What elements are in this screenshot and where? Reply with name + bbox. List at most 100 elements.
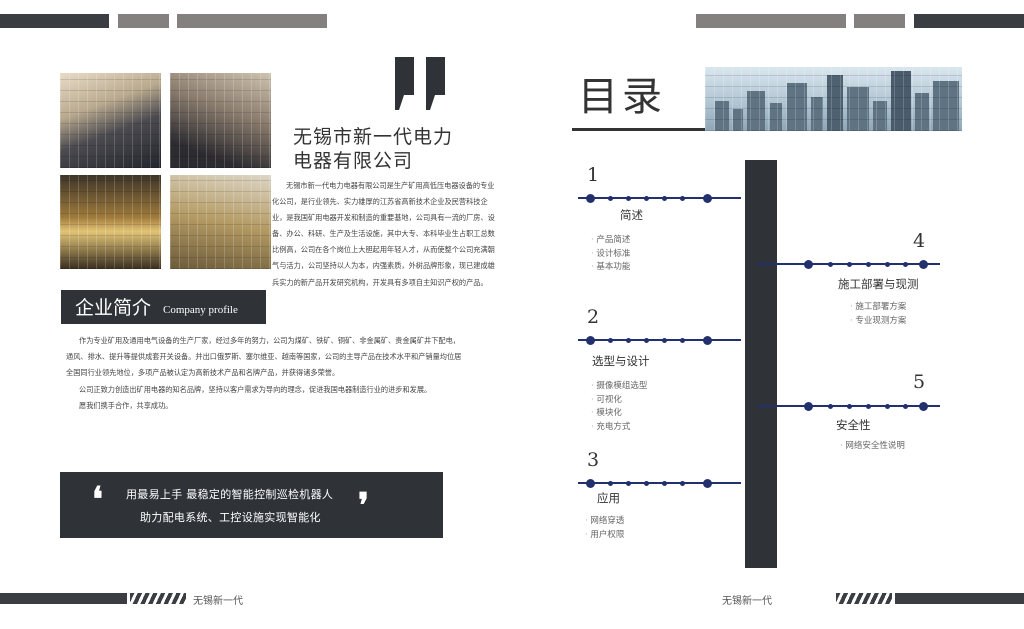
top-bar-right-3 <box>914 14 1024 28</box>
toc-section-4-number: 4 <box>913 230 926 252</box>
toc-item: 充电方式 <box>591 421 647 435</box>
slogan-line2: 助力配电系统、工控设施实现智能化 <box>140 511 321 524</box>
timeline-dot <box>626 337 631 343</box>
timeline-dot <box>828 403 833 409</box>
toc-item: 模块化 <box>591 407 647 421</box>
footer-stripes-left <box>130 593 186 604</box>
timeline-dot <box>608 337 613 343</box>
timeline-dot <box>644 195 649 201</box>
timeline-dot <box>703 335 712 345</box>
timeline-dot <box>866 261 871 267</box>
top-bar-right-2 <box>854 14 905 28</box>
company-name-line1: 无锡市新一代电力 <box>293 126 454 148</box>
profile-paragraph: 作为专业矿用及通用电气设备的生产厂家，经过多年的努力，公司为煤矿、铁矿、铜矿、非… <box>66 336 462 378</box>
toc-item: 可视化 <box>591 394 647 408</box>
timeline-dot <box>847 261 852 267</box>
toc-section-3-title: 应用 <box>597 491 620 505</box>
company-name-line2: 电器有限公司 <box>293 150 414 172</box>
quote-icon <box>395 57 445 110</box>
company-intro-text: 无锡市新一代电力电器有限公司是生产矿用高低压电器设备的专业化公司，是行业领先、实… <box>272 181 495 287</box>
timeline-dot <box>608 195 613 201</box>
footer-text-left: 无锡新一代 <box>193 596 243 607</box>
open-quote-icon: ❛ <box>92 480 103 520</box>
toc-item: 设计标准 <box>591 248 630 262</box>
timeline-dot <box>804 401 813 411</box>
toc-item: 施工部署方案 <box>850 301 906 315</box>
timeline-dot <box>586 478 595 488</box>
profile-paragraph: 愿我们携手合作，共享成功。 <box>79 400 173 410</box>
profile-body: 作为专业矿用及通用电气设备的生产厂家，经过多年的努力，公司为煤矿、铁矿、铜矿、非… <box>66 333 466 414</box>
timeline-dot <box>586 335 595 345</box>
timeline-dot <box>804 259 813 269</box>
timeline-dot <box>662 480 667 486</box>
slogan-line1: 用最易上手 最稳定的智能控制巡检机器人 <box>126 488 334 501</box>
toc-item: 摄像模组选型 <box>591 380 647 394</box>
toc-title: 目录 <box>578 74 666 120</box>
building-photo-4 <box>170 175 271 269</box>
toc-item: 网络穿透 <box>585 515 624 529</box>
timeline-dot <box>919 259 928 269</box>
toc-section-1-items: 产品简述 设计标准 基本功能 <box>591 234 630 275</box>
close-quote-icon: ❜ <box>358 486 369 526</box>
building-photo-3 <box>60 175 161 269</box>
timeline-dot <box>885 403 890 409</box>
top-bar-left-3 <box>177 14 327 28</box>
timeline-spine <box>745 160 777 568</box>
company-name: 无锡市新一代电力 电器有限公司 <box>293 125 453 173</box>
profile-title-en: Company profile <box>163 304 238 316</box>
timeline-dot <box>662 195 667 201</box>
timeline-dot <box>903 403 908 409</box>
timeline-dot <box>662 337 667 343</box>
toc-section-3-items: 网络穿透 用户权限 <box>585 515 624 542</box>
toc-section-2-items: 摄像模组选型 可视化 模块化 充电方式 <box>591 380 647 434</box>
timeline-dot <box>885 261 890 267</box>
footer-bar-left <box>0 593 127 604</box>
profile-section-title: 企业简介 Company profile <box>61 290 266 324</box>
toc-section-3-number: 3 <box>587 449 600 471</box>
timeline-dot <box>644 480 649 486</box>
timeline-dot <box>608 480 613 486</box>
building-photo-2 <box>170 73 271 168</box>
timeline-dot <box>866 403 871 409</box>
timeline-dot <box>680 337 685 343</box>
toc-section-1-line <box>578 197 741 199</box>
timeline-dot <box>626 195 631 201</box>
top-bar-right-1 <box>696 14 846 28</box>
profile-paragraph: 公司正致力创造出矿用电器的知名品牌，坚持以客户需求为导向的理念，促进我国电器制造… <box>79 384 432 394</box>
toc-item: 用户权限 <box>585 529 624 543</box>
toc-section-5-items: 网络安全性说明 <box>840 440 905 454</box>
timeline-dot <box>828 261 833 267</box>
timeline-dot <box>680 195 685 201</box>
toc-section-3-line <box>578 482 741 484</box>
toc-section-5-number: 5 <box>913 371 926 393</box>
timeline-dot <box>847 403 852 409</box>
city-skyline-photo <box>705 67 962 131</box>
timeline-dot <box>903 261 908 267</box>
top-bar-left-2 <box>118 14 169 28</box>
toc-section-2-line <box>578 339 741 341</box>
timeline-dot <box>703 193 712 203</box>
timeline-dot <box>703 478 712 488</box>
toc-title-underline <box>572 128 707 131</box>
slogan-banner: ❛ 用最易上手 最稳定的智能控制巡检机器人 助力配电系统、工控设施实现智能化 ❜ <box>60 472 443 538</box>
toc-item: 专业现测方案 <box>850 315 906 329</box>
timeline-dot <box>644 337 649 343</box>
toc-section-2-number: 2 <box>587 306 600 328</box>
timeline-dot <box>586 193 595 203</box>
toc-section-5-title: 安全性 <box>836 418 871 432</box>
timeline-dot <box>680 480 685 486</box>
building-photo-1 <box>60 73 161 168</box>
timeline-dot <box>919 401 928 411</box>
toc-section-1-title: 简述 <box>620 208 643 222</box>
footer-bar-right <box>895 593 1024 604</box>
toc-section-4-items: 施工部署方案 专业现测方案 <box>850 301 906 328</box>
toc-item: 产品简述 <box>591 234 630 248</box>
toc-section-1-number: 1 <box>587 164 600 186</box>
timeline-dot <box>626 480 631 486</box>
footer-stripes-right <box>836 593 892 604</box>
toc-item: 基本功能 <box>591 261 630 275</box>
toc-section-2-title: 选型与设计 <box>592 354 650 368</box>
top-bar-left-1 <box>0 14 109 28</box>
toc-item: 网络安全性说明 <box>840 440 905 454</box>
footer-text-right: 无锡新一代 <box>722 596 772 607</box>
